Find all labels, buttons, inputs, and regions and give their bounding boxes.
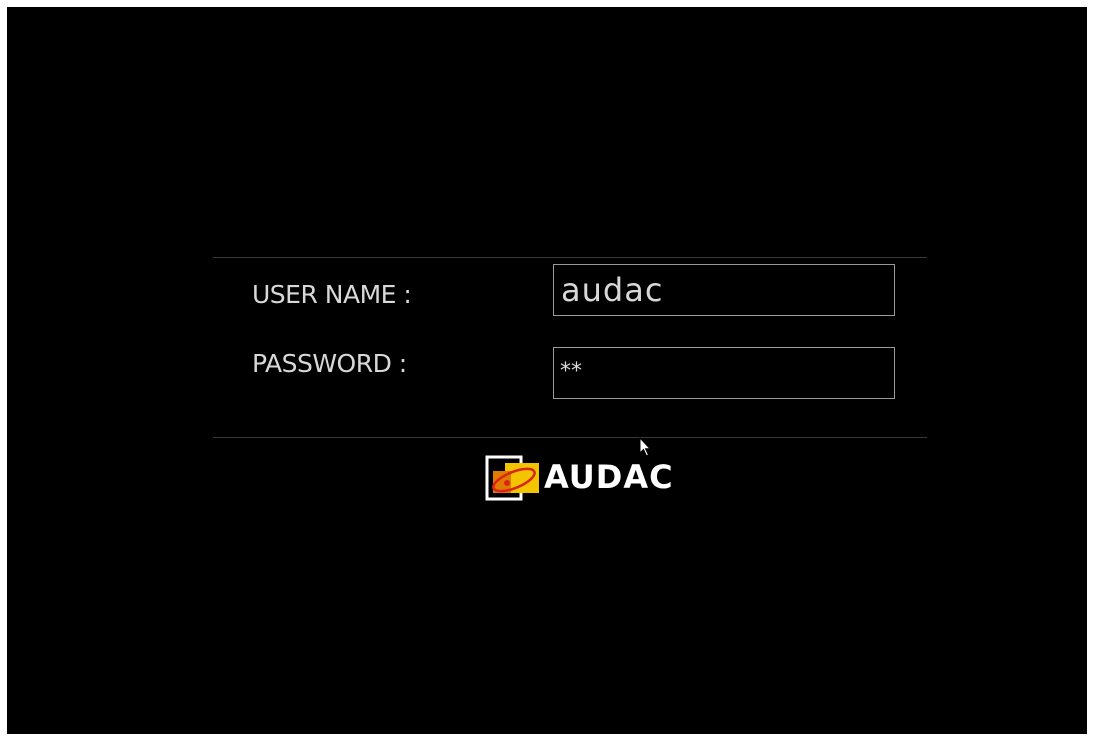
password-label: PASSWORD : — [252, 349, 407, 378]
username-label: USER NAME : — [252, 280, 412, 309]
brand-name: AUDAC — [544, 458, 674, 496]
username-field[interactable]: audac — [553, 264, 895, 316]
login-screen: USER NAME : audac PASSWORD : ** AUDAC — [7, 7, 1087, 734]
audac-logo-mark-icon — [485, 455, 539, 501]
bottom-divider — [213, 437, 927, 438]
top-divider — [213, 257, 927, 258]
password-field[interactable]: ** — [553, 347, 895, 399]
audac-logo: AUDAC — [485, 453, 695, 501]
